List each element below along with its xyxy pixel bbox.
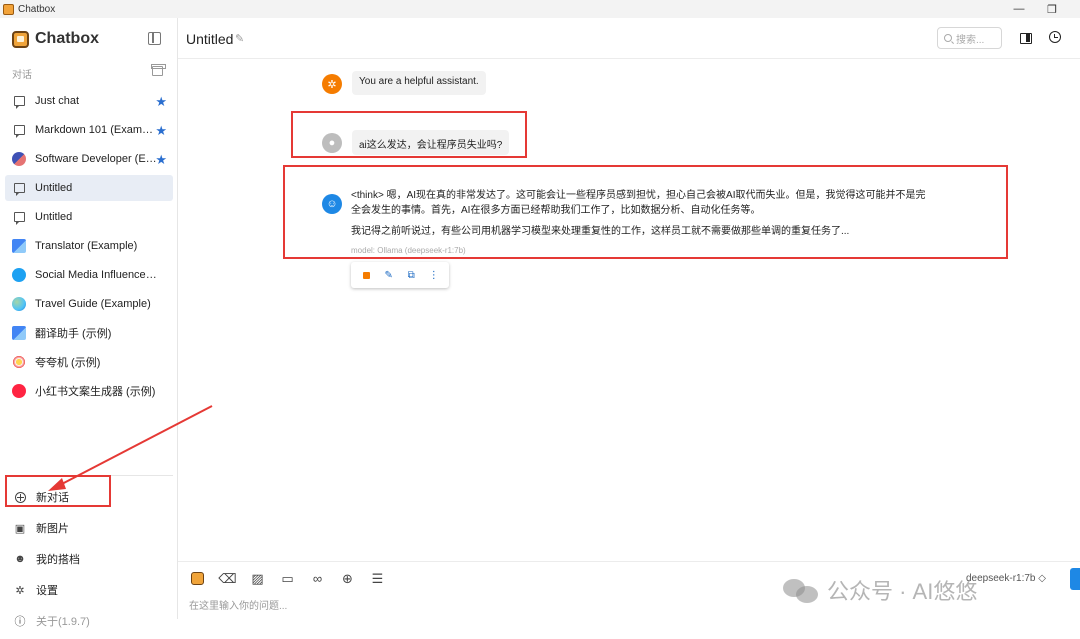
search-placeholder: 搜索... [956,34,985,46]
watermark-text: 公众号 · AI悠悠 [827,579,978,604]
more-options-icon[interactable]: ⋮ [427,268,441,282]
annotation-arrow [48,405,213,491]
app-icon [3,3,14,15]
window-title: Chatbox [18,3,56,15]
search-input[interactable]: 搜索... [937,27,1002,49]
restore-button[interactable]: ❐ [1037,0,1067,18]
history-icon[interactable] [1049,31,1061,43]
send-button[interactable] [1070,568,1080,590]
copy-icon[interactable]: ⧉ [404,268,418,282]
wechat-icon [783,577,819,603]
minimize-button[interactable]: — [1004,0,1034,18]
main-panel: Untitled ✎ 搜索... ✲ You are a helpful ass… [48,18,1080,619]
search-icon [944,34,952,42]
model-select[interactable]: deepseek-r1:7b ◇ [966,573,1046,584]
split-view-icon[interactable] [1020,33,1032,44]
watermark: 公众号 · AI悠悠 [783,574,977,606]
window-titlebar: Chatbox — ❐ [0,0,1080,18]
